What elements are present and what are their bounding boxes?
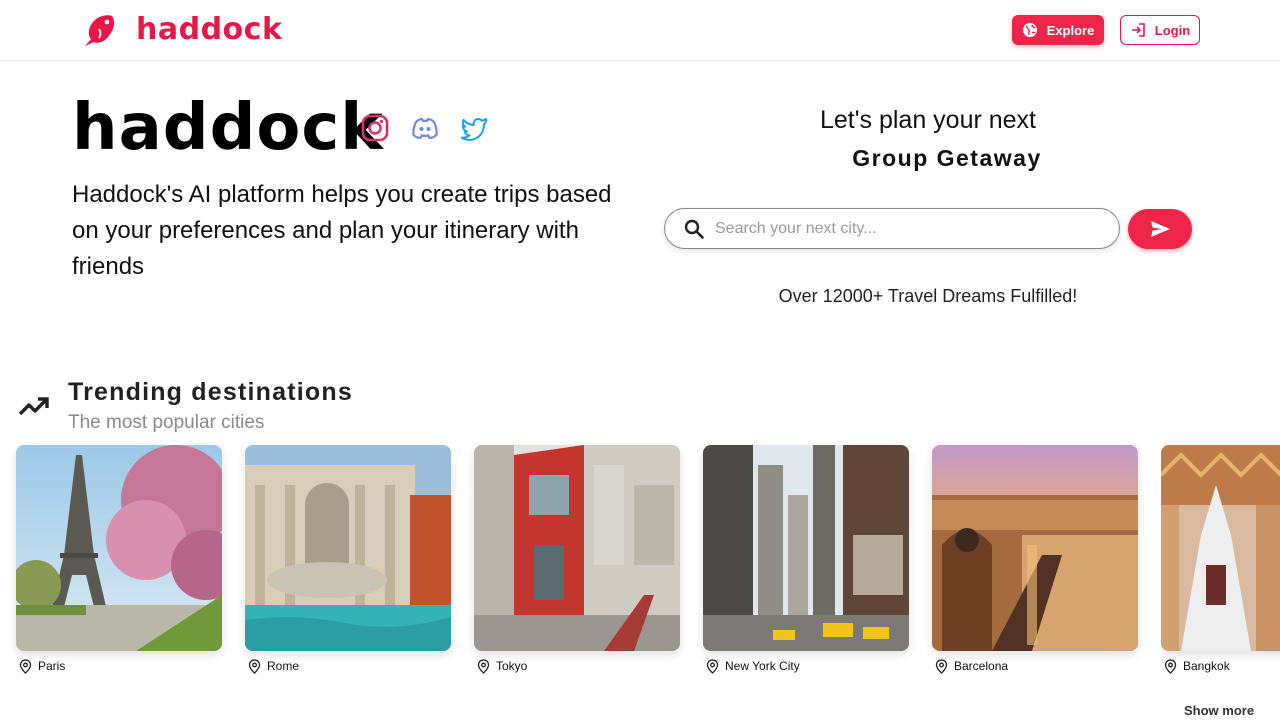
login-icon (1131, 23, 1145, 37)
location-pin-icon (706, 658, 719, 674)
destination-label: Bangkok (1161, 657, 1280, 675)
trending-subtitle: The most popular cities (68, 412, 265, 433)
destination-name: Tokyo (496, 659, 528, 673)
barcelona-image (932, 445, 1138, 651)
instagram-icon[interactable] (361, 114, 389, 142)
destination-card-tokyo[interactable]: Tokyo (474, 445, 680, 675)
destination-label: Tokyo (474, 657, 680, 675)
tokyo-image (474, 445, 680, 651)
explore-label: Explore (1046, 22, 1095, 38)
new-york-image (703, 445, 909, 651)
twitter-icon[interactable] (460, 114, 488, 142)
location-pin-icon (935, 658, 948, 674)
bangkok-image (1161, 445, 1280, 651)
plan-heading-line1: Let's plan your next (819, 106, 1036, 134)
brand-logo[interactable]: haddock (82, 12, 282, 48)
rome-image (245, 445, 451, 651)
destination-image[interactable] (932, 445, 1138, 651)
search-input[interactable] (715, 219, 1095, 238)
destination-image[interactable] (1161, 445, 1280, 651)
login-label: Login (1154, 22, 1191, 38)
destination-name: Paris (38, 659, 66, 673)
location-pin-icon (477, 658, 490, 674)
login-button[interactable]: Login (1120, 15, 1200, 45)
destination-name: New York City (725, 659, 800, 673)
search-submit-button[interactable] (1128, 209, 1192, 249)
globe-icon (1022, 23, 1037, 37)
destination-card-rome[interactable]: Rome (245, 445, 451, 675)
destination-card-paris[interactable]: Paris (16, 445, 222, 675)
location-pin-icon (248, 658, 261, 674)
destination-card-barcelona[interactable]: Barcelona (932, 445, 1138, 675)
destination-card-new-york-city[interactable]: New York City (703, 445, 909, 675)
hero-description: Haddock's AI platform helps you create t… (72, 181, 612, 280)
top-navigation-bar: haddock Explore Login (0, 0, 1280, 61)
destination-card-bangkok[interactable]: Bangkok (1161, 445, 1280, 675)
location-pin-icon (19, 658, 32, 674)
destination-label: Barcelona (932, 657, 1138, 675)
discord-icon[interactable] (411, 114, 439, 142)
send-icon (1151, 221, 1170, 237)
location-pin-icon (1164, 658, 1177, 674)
travel-dreams-count: Over 12000+ Travel Dreams Fulfilled! (778, 286, 1078, 306)
fish-logo-icon (85, 15, 115, 46)
search-box[interactable] (664, 208, 1120, 249)
destination-name: Bangkok (1183, 659, 1230, 673)
trending-title: Trending destinations (68, 378, 353, 406)
paris-image (16, 445, 222, 651)
destination-image[interactable] (16, 445, 222, 651)
destination-image[interactable] (474, 445, 680, 651)
show-more-link[interactable]: Show more (1184, 702, 1254, 720)
destination-image[interactable] (245, 445, 451, 651)
destination-label: New York City (703, 657, 909, 675)
destination-image[interactable] (703, 445, 909, 651)
destination-name: Rome (267, 659, 300, 673)
brand-name: haddock (136, 12, 283, 47)
plan-heading-line2: Group Getaway (852, 145, 1042, 171)
destination-label: Rome (245, 657, 451, 675)
trending-up-icon (18, 397, 49, 416)
search-icon (684, 219, 704, 239)
destination-name: Barcelona (954, 659, 1009, 673)
explore-button[interactable]: Explore (1012, 15, 1104, 45)
hero-title: haddock (72, 91, 384, 165)
destination-label: Paris (16, 657, 222, 675)
